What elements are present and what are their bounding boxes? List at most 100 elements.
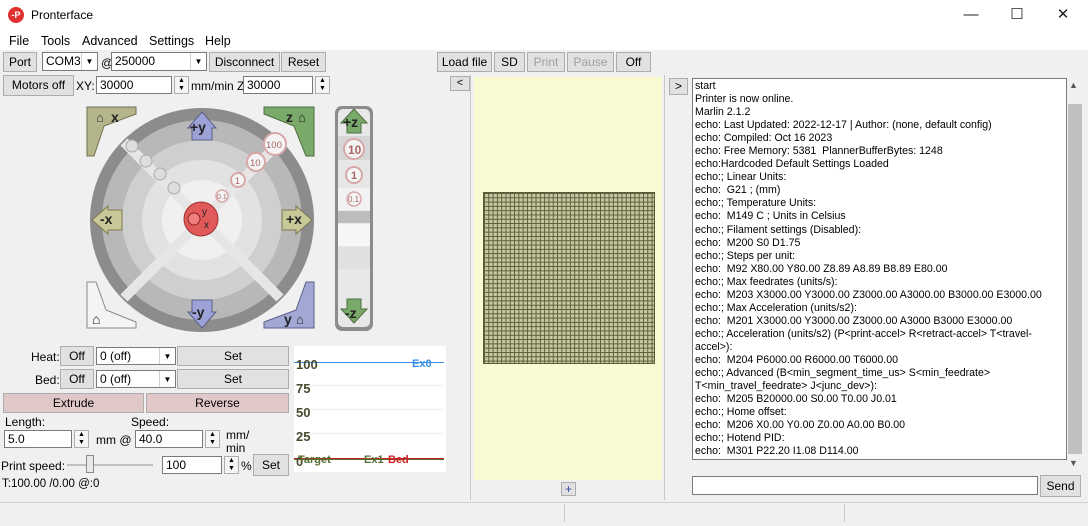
z-step-10-label: 10 [348,143,362,157]
sd-button[interactable]: SD [494,52,525,72]
close-button[interactable]: ✕ [1040,0,1086,30]
port-button[interactable]: Port [3,52,37,72]
minimize-button[interactable]: — [948,0,994,30]
pause-button[interactable]: Pause [567,52,614,72]
console-line: echo: Compiled: Oct 16 2023 [695,132,833,145]
baud-select[interactable]: 250000 ▼ [111,52,207,71]
motors-off-button[interactable]: Motors off [3,75,74,96]
graph-tick-25: 25 [296,429,311,444]
speed-spinner[interactable]: ▲ ▼ [205,430,220,448]
plus-z-label: +z [343,114,358,130]
center-dot-icon [187,212,201,226]
console-line: echo:; Linear Units: [695,171,787,184]
port-select[interactable]: COM3 ▼ [42,52,98,71]
menu-file[interactable]: File [9,34,29,48]
console-scrollbar-thumb[interactable] [1068,104,1082,454]
bed-value: 0 (off) [100,372,132,386]
console-line: echo: G21 ; (mm) [695,184,781,197]
graph-gridline [294,409,444,410]
app-icon: -P [8,7,24,23]
scroll-down-icon[interactable]: ▼ [1069,458,1078,468]
z-jog-control[interactable]: 10 1 0.1 +z -z [334,105,376,333]
heat-select[interactable]: 0 (off) ▼ [96,347,176,365]
console-log[interactable]: start Printer is now online. Marlin 2.1.2 e… [692,78,1067,460]
step-10-label: 10 [250,158,261,169]
length-input[interactable]: 5.0 [4,430,72,448]
bed-label: Bed: [35,373,60,387]
print-speed-slider-track[interactable] [67,464,153,466]
console-line: Printer is now online. [695,93,794,106]
length-spinner[interactable]: ▲ ▼ [74,430,89,448]
console-line: echo:; Max feedrates (units/s): [695,275,838,288]
z-step-1-lower[interactable] [338,224,370,246]
panel-divider [470,75,471,500]
graph-tick-75: 75 [296,381,311,396]
menu-help[interactable]: Help [205,34,231,48]
load-file-button[interactable]: Load file [437,52,492,72]
temperature-graph: 100 75 50 25 0 Ex0 Target Ex1 Bed [294,346,446,472]
chevron-down-icon: ▼ [190,53,206,70]
home-z-label: z [286,109,293,125]
menu-settings[interactable]: Settings [149,34,194,48]
bed-off-button[interactable]: Off [60,369,94,389]
home-y-house-icon: ⌂ [296,312,304,327]
xy-jog-control[interactable]: ⌂ x z ⌂ ⌂ y ⌂ +y -y -x +x y x 100 10 1 0… [84,104,324,336]
z-feed-label: mm/min Z: [191,79,248,93]
plus-y-label: +y [190,119,206,135]
print-speed-slider-thumb[interactable] [85,455,94,473]
center-y-label: y [202,207,207,218]
menu-tools[interactable]: Tools [41,34,70,48]
target-legend: Target [298,454,331,466]
console-line: echo: M204 P6000.00 R6000.00 T6000.00 [695,353,899,366]
baud-value: 250000 [115,54,156,68]
print-speed-input[interactable]: 100 [162,456,222,474]
chevron-down-icon: ▼ [159,348,175,364]
length-label: Length: [5,415,46,429]
step-100-label: 100 [266,140,282,151]
chevron-down-icon: ▼ [81,53,97,70]
console-toggle-button[interactable]: > [669,78,688,95]
scroll-up-icon[interactable]: ▲ [1069,80,1078,90]
disconnect-button[interactable]: Disconnect [209,52,280,72]
console-command-input[interactable] [692,476,1038,495]
ex0-legend: Ex0 [412,358,432,370]
heat-off-button[interactable]: Off [60,346,94,366]
console-line: echo: M206 X0.00 Y0.00 Z0.00 A0.00 B0.00 [695,419,906,432]
mm-at-label: mm @ [96,433,132,447]
print-button[interactable]: Print [527,52,565,72]
print-speed-spinner[interactable]: ▲ ▼ [224,456,239,474]
bed-set-button[interactable]: Set [177,369,289,389]
console-line: echo: M205 B20000.00 S0.00 T0.00 J0.01 [695,393,897,406]
chevron-down-icon: ▼ [159,371,175,387]
heat-set-button[interactable]: Set [177,346,289,366]
z-step-01-lower[interactable] [338,211,370,223]
console-line: echo:; Filament settings (Disabled): [695,223,862,236]
console-line: echo: M200 S0 D1.75 [695,236,801,249]
xy-feedrate-input[interactable]: 30000 [96,76,172,94]
home-x-label: x [111,109,119,125]
speed-input[interactable]: 40.0 [135,430,203,448]
status-bar [0,502,1088,526]
send-button[interactable]: Send [1040,475,1081,497]
z-feedrate-spinner[interactable]: ▲ ▼ [315,76,330,94]
z-step-10-lower[interactable] [338,247,370,269]
add-view-button[interactable]: + [561,482,576,496]
title-bar [0,0,1088,30]
bed-select[interactable]: 0 (off) ▼ [96,370,176,388]
home-y-label: y [284,311,292,327]
reset-button[interactable]: Reset [281,52,326,72]
console-line: echo:; Home offset: [695,406,787,419]
gcode-prev-button[interactable]: < [450,76,470,91]
console-line: echo:; Advanced (B<min_segment_time_us> … [695,367,991,380]
console-line: echo:; Hotend PID: [695,432,785,445]
z-step-1-label: 1 [351,170,357,182]
console-line: echo: Last Updated: 2022-12-17 | Author:… [695,119,992,132]
z-feedrate-input[interactable]: 30000 [243,76,313,94]
menu-advanced[interactable]: Advanced [82,34,138,48]
off-button[interactable]: Off [616,52,651,72]
maximize-button[interactable]: ☐ [994,0,1040,30]
reverse-button[interactable]: Reverse [146,393,289,413]
xy-feedrate-spinner[interactable]: ▲ ▼ [174,76,189,94]
extrude-button[interactable]: Extrude [3,393,144,413]
print-speed-set-button[interactable]: Set [253,454,289,476]
